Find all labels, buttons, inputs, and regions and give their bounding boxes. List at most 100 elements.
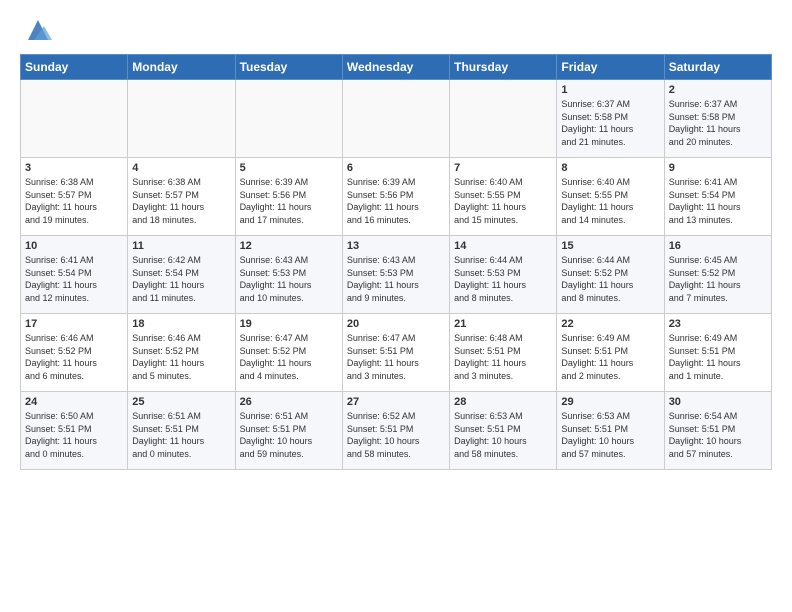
- week-row-3: 10 Sunrise: 6:41 AM Sunset: 5:54 PM Dayli…: [21, 236, 772, 314]
- week-row-5: 24 Sunrise: 6:50 AM Sunset: 5:51 PM Dayli…: [21, 392, 772, 470]
- day-number: 2: [669, 84, 767, 96]
- day-cell: 30 Sunrise: 6:54 AM Sunset: 5:51 PM Dayli…: [664, 392, 771, 470]
- day-info: Sunrise: 6:52 AM Sunset: 5:51 PM Dayligh…: [347, 410, 445, 460]
- day-info: Sunrise: 6:51 AM Sunset: 5:51 PM Dayligh…: [132, 410, 230, 460]
- day-info: Sunrise: 6:37 AM Sunset: 5:58 PM Dayligh…: [561, 98, 659, 148]
- day-cell: 26 Sunrise: 6:51 AM Sunset: 5:51 PM Dayli…: [235, 392, 342, 470]
- day-info: Sunrise: 6:53 AM Sunset: 5:51 PM Dayligh…: [454, 410, 552, 460]
- day-number: 5: [240, 162, 338, 174]
- day-info: Sunrise: 6:47 AM Sunset: 5:51 PM Dayligh…: [347, 332, 445, 382]
- day-info: Sunrise: 6:47 AM Sunset: 5:52 PM Dayligh…: [240, 332, 338, 382]
- day-cell: [21, 80, 128, 158]
- day-cell: 28 Sunrise: 6:53 AM Sunset: 5:51 PM Dayli…: [450, 392, 557, 470]
- weekday-header-wednesday: Wednesday: [342, 55, 449, 80]
- day-cell: 20 Sunrise: 6:47 AM Sunset: 5:51 PM Dayli…: [342, 314, 449, 392]
- day-number: 9: [669, 162, 767, 174]
- day-cell: 18 Sunrise: 6:46 AM Sunset: 5:52 PM Dayli…: [128, 314, 235, 392]
- weekday-header-saturday: Saturday: [664, 55, 771, 80]
- day-info: Sunrise: 6:42 AM Sunset: 5:54 PM Dayligh…: [132, 254, 230, 304]
- day-cell: 8 Sunrise: 6:40 AM Sunset: 5:55 PM Daylig…: [557, 158, 664, 236]
- day-info: Sunrise: 6:39 AM Sunset: 5:56 PM Dayligh…: [240, 176, 338, 226]
- day-info: Sunrise: 6:43 AM Sunset: 5:53 PM Dayligh…: [347, 254, 445, 304]
- page: SundayMondayTuesdayWednesdayThursdayFrid…: [0, 0, 792, 480]
- day-cell: 12 Sunrise: 6:43 AM Sunset: 5:53 PM Dayli…: [235, 236, 342, 314]
- day-cell: 17 Sunrise: 6:46 AM Sunset: 5:52 PM Dayli…: [21, 314, 128, 392]
- day-info: Sunrise: 6:43 AM Sunset: 5:53 PM Dayligh…: [240, 254, 338, 304]
- day-number: 11: [132, 240, 230, 252]
- day-number: 30: [669, 396, 767, 408]
- weekday-header-monday: Monday: [128, 55, 235, 80]
- day-cell: 11 Sunrise: 6:42 AM Sunset: 5:54 PM Dayli…: [128, 236, 235, 314]
- day-cell: 25Sunrise: 6:51 AM Sunset: 5:51 PM Dayli…: [128, 392, 235, 470]
- day-number: 28: [454, 396, 552, 408]
- day-number: 24: [25, 396, 123, 408]
- day-info: Sunrise: 6:44 AM Sunset: 5:52 PM Dayligh…: [561, 254, 659, 304]
- day-info: Sunrise: 6:46 AM Sunset: 5:52 PM Dayligh…: [25, 332, 123, 382]
- day-cell: 23 Sunrise: 6:49 AM Sunset: 5:51 PM Dayli…: [664, 314, 771, 392]
- day-info: Sunrise: 6:46 AM Sunset: 5:52 PM Dayligh…: [132, 332, 230, 382]
- day-cell: 16 Sunrise: 6:45 AM Sunset: 5:52 PM Dayli…: [664, 236, 771, 314]
- day-number: 17: [25, 318, 123, 330]
- day-number: 26: [240, 396, 338, 408]
- day-cell: 27 Sunrise: 6:52 AM Sunset: 5:51 PM Dayli…: [342, 392, 449, 470]
- day-number: 6: [347, 162, 445, 174]
- day-info: Sunrise: 6:38 AM Sunset: 5:57 PM Dayligh…: [132, 176, 230, 226]
- day-info: Sunrise: 6:45 AM Sunset: 5:52 PM Dayligh…: [669, 254, 767, 304]
- day-cell: 4 Sunrise: 6:38 AM Sunset: 5:57 PM Daylig…: [128, 158, 235, 236]
- day-info: Sunrise: 6:40 AM Sunset: 5:55 PM Dayligh…: [561, 176, 659, 226]
- day-number: 27: [347, 396, 445, 408]
- day-cell: 14 Sunrise: 6:44 AM Sunset: 5:53 PM Dayli…: [450, 236, 557, 314]
- day-cell: 24 Sunrise: 6:50 AM Sunset: 5:51 PM Dayli…: [21, 392, 128, 470]
- day-number: 7: [454, 162, 552, 174]
- day-number: 4: [132, 162, 230, 174]
- day-number: 13: [347, 240, 445, 252]
- day-info: Sunrise: 6:44 AM Sunset: 5:53 PM Dayligh…: [454, 254, 552, 304]
- day-number: 20: [347, 318, 445, 330]
- day-number: 14: [454, 240, 552, 252]
- day-number: 23: [669, 318, 767, 330]
- day-info: Sunrise: 6:41 AM Sunset: 5:54 PM Dayligh…: [25, 254, 123, 304]
- calendar: SundayMondayTuesdayWednesdayThursdayFrid…: [20, 54, 772, 470]
- day-number: 19: [240, 318, 338, 330]
- day-cell: 19 Sunrise: 6:47 AM Sunset: 5:52 PM Dayli…: [235, 314, 342, 392]
- day-cell: 3 Sunrise: 6:38 AM Sunset: 5:57 PM Daylig…: [21, 158, 128, 236]
- day-number: 16: [669, 240, 767, 252]
- weekday-header-tuesday: Tuesday: [235, 55, 342, 80]
- day-info: Sunrise: 6:53 AM Sunset: 5:51 PM Dayligh…: [561, 410, 659, 460]
- day-info: Sunrise: 6:48 AM Sunset: 5:51 PM Dayligh…: [454, 332, 552, 382]
- week-row-4: 17 Sunrise: 6:46 AM Sunset: 5:52 PM Dayli…: [21, 314, 772, 392]
- day-info: Sunrise: 6:39 AM Sunset: 5:56 PM Dayligh…: [347, 176, 445, 226]
- day-number: 12: [240, 240, 338, 252]
- day-info: Sunrise: 6:50 AM Sunset: 5:51 PM Dayligh…: [25, 410, 123, 460]
- day-cell: 22Sunrise: 6:49 AM Sunset: 5:51 PM Dayli…: [557, 314, 664, 392]
- weekday-header-thursday: Thursday: [450, 55, 557, 80]
- day-cell: 7 Sunrise: 6:40 AM Sunset: 5:55 PM Daylig…: [450, 158, 557, 236]
- week-row-2: 3 Sunrise: 6:38 AM Sunset: 5:57 PM Daylig…: [21, 158, 772, 236]
- day-cell: 29Sunrise: 6:53 AM Sunset: 5:51 PM Dayli…: [557, 392, 664, 470]
- day-info: Sunrise: 6:51 AM Sunset: 5:51 PM Dayligh…: [240, 410, 338, 460]
- header: [20, 16, 772, 44]
- day-info: Sunrise: 6:49 AM Sunset: 5:51 PM Dayligh…: [669, 332, 767, 382]
- day-cell: 15Sunrise: 6:44 AM Sunset: 5:52 PM Dayli…: [557, 236, 664, 314]
- day-number: 22: [561, 318, 659, 330]
- day-cell: 21 Sunrise: 6:48 AM Sunset: 5:51 PM Dayli…: [450, 314, 557, 392]
- logo-icon: [24, 16, 52, 44]
- day-cell: 1Sunrise: 6:37 AM Sunset: 5:58 PM Daylig…: [557, 80, 664, 158]
- weekday-header-sunday: Sunday: [21, 55, 128, 80]
- day-info: Sunrise: 6:37 AM Sunset: 5:58 PM Dayligh…: [669, 98, 767, 148]
- day-number: 3: [25, 162, 123, 174]
- week-row-1: 1Sunrise: 6:37 AM Sunset: 5:58 PM Daylig…: [21, 80, 772, 158]
- day-cell: [128, 80, 235, 158]
- day-info: Sunrise: 6:38 AM Sunset: 5:57 PM Dayligh…: [25, 176, 123, 226]
- day-info: Sunrise: 6:40 AM Sunset: 5:55 PM Dayligh…: [454, 176, 552, 226]
- day-cell: 9 Sunrise: 6:41 AM Sunset: 5:54 PM Daylig…: [664, 158, 771, 236]
- day-number: 10: [25, 240, 123, 252]
- day-cell: 13 Sunrise: 6:43 AM Sunset: 5:53 PM Dayli…: [342, 236, 449, 314]
- day-info: Sunrise: 6:41 AM Sunset: 5:54 PM Dayligh…: [669, 176, 767, 226]
- day-number: 21: [454, 318, 552, 330]
- day-info: Sunrise: 6:54 AM Sunset: 5:51 PM Dayligh…: [669, 410, 767, 460]
- logo: [20, 16, 52, 44]
- day-number: 8: [561, 162, 659, 174]
- day-number: 18: [132, 318, 230, 330]
- day-cell: 10 Sunrise: 6:41 AM Sunset: 5:54 PM Dayli…: [21, 236, 128, 314]
